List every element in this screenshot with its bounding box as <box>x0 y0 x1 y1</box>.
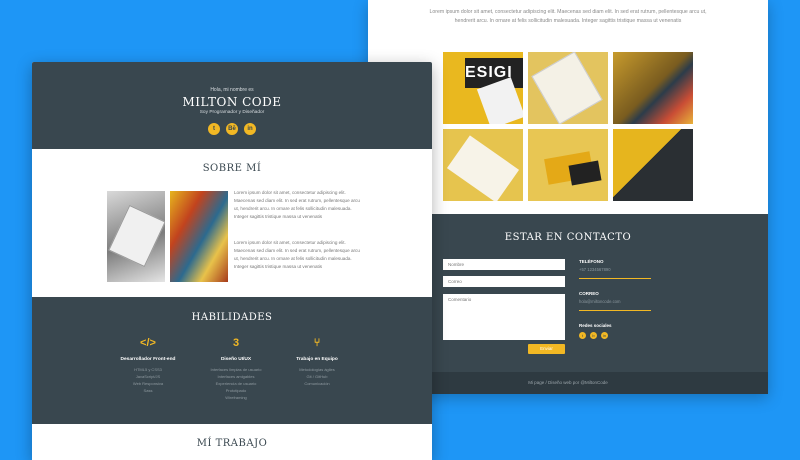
role-text: Soy Programador y Diseñador <box>199 110 265 115</box>
intro-text: Lorem ipsum dolor sit amet, consectetur … <box>429 9 707 24</box>
skill-line: Metodologías ágiles <box>299 367 335 372</box>
git-branch-icon: ⑂ <box>313 337 321 349</box>
email-label: CORREO <box>579 291 599 296</box>
portfolio-item[interactable] <box>613 52 693 124</box>
front-page: Hola, mi nombre es MILTON CODE Soy Progr… <box>32 62 432 460</box>
skill-title: Diseño UI/UX <box>220 357 252 362</box>
about-photo-2 <box>170 191 228 282</box>
skill-line: Interfaces limpias de usuario <box>210 367 262 372</box>
behance-icon[interactable]: Bē <box>226 123 238 135</box>
skills-title: HABILIDADES <box>191 312 273 323</box>
skill-line: JavaScript/JS <box>135 374 161 379</box>
portfolio-item[interactable] <box>613 129 693 201</box>
skill-teamwork: ⑂ Trabajo en Equipo Metodologías ágiles … <box>277 337 357 387</box>
skill-frontend: </> Desarrollador Front-end HTML5 y CSS3… <box>108 337 188 394</box>
skill-line: Wireframing <box>225 395 247 400</box>
portfolio-gallery: ESIGI <box>443 52 694 201</box>
phone-label: TELÉFONO <box>579 259 604 264</box>
portfolio-item[interactable] <box>443 129 523 201</box>
skill-title: Trabajo en Equipo <box>296 357 338 362</box>
skill-line: Prototipado <box>225 388 247 393</box>
linkedin-icon[interactable]: in <box>244 123 256 135</box>
skill-title: Desarrollador Front-end <box>120 357 176 362</box>
skill-line: Git / GitHub <box>306 374 328 379</box>
comment-input[interactable] <box>443 294 565 340</box>
portfolio-item[interactable] <box>528 129 608 201</box>
about-paragraph-2: Lorem ipsum dolor sit amet, consectetur … <box>234 240 360 269</box>
name-input[interactable] <box>443 259 565 270</box>
skill-design: 3 Diseño UI/UX Interfaces limpias de usu… <box>196 337 276 401</box>
skill-line: Sass <box>143 388 153 393</box>
email-value: hola@miltoncode.com <box>579 299 651 311</box>
css3-icon: 3 <box>232 337 240 349</box>
code-icon: </> <box>140 337 156 349</box>
greeting: Hola, mi nombre es <box>210 87 254 93</box>
skill-line: Interfaces amigables <box>217 374 255 379</box>
about-section: SOBRE MÍ Lorem ipsum dolor sit amet, con… <box>32 149 432 297</box>
social-links: t Bē in <box>32 123 432 135</box>
twitter-icon[interactable]: t <box>579 332 586 339</box>
work-section: MÍ TRABAJO <box>32 424 432 449</box>
twitter-icon[interactable]: t <box>208 123 220 135</box>
portfolio-item[interactable] <box>528 52 608 124</box>
send-button[interactable]: Enviar <box>528 344 565 354</box>
behance-icon[interactable]: b <box>590 332 597 339</box>
about-paragraph-1: Lorem ipsum dolor sit amet, consectetur … <box>234 190 360 219</box>
skill-line: HTML5 y CSS3 <box>134 367 162 372</box>
email-input[interactable] <box>443 276 565 287</box>
phone-value: +57 1234567890 <box>579 267 651 279</box>
social-label: Redes sociales <box>579 323 612 328</box>
skills-section: HABILIDADES </> Desarrollador Front-end … <box>32 297 432 424</box>
site-name: MILTON CODE <box>182 95 282 109</box>
linkedin-icon[interactable]: in <box>601 332 608 339</box>
about-title: SOBRE MÍ <box>202 163 262 174</box>
work-title: MÍ TRABAJO <box>196 438 268 449</box>
portfolio-item[interactable]: ESIGI <box>443 52 523 124</box>
about-photo-1 <box>107 191 165 282</box>
skill-line: Comunicación <box>304 381 330 386</box>
skill-line: Web Responsiva <box>132 381 164 386</box>
skill-line: Experiencia de usuario <box>215 381 257 386</box>
header: Hola, mi nombre es MILTON CODE Soy Progr… <box>32 62 432 149</box>
